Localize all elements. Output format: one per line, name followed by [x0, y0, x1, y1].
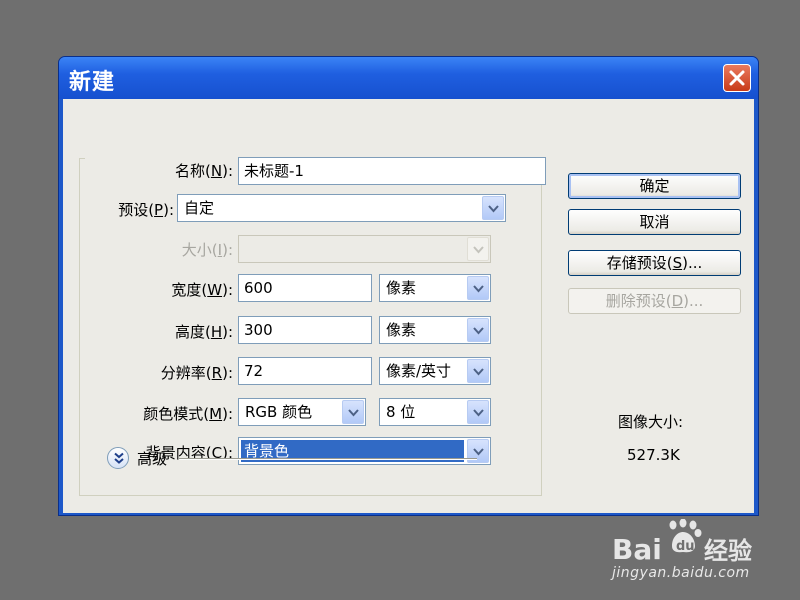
dialog-client-area: 名称(N): 未标题-1 预设(P): 自定 大小(I): 宽度(W): 600…: [63, 99, 754, 513]
delete-preset-button: 删除预设(D)...: [568, 288, 741, 314]
bit-depth-dropdown[interactable]: 8 位: [379, 398, 491, 426]
dialog-title: 新建: [69, 70, 116, 95]
watermark-url: jingyan.baidu.com: [612, 565, 750, 581]
size-label: 大小(I):: [181, 241, 233, 259]
title-bar[interactable]: 新建: [59, 57, 758, 99]
background-label: 背景内容(C):: [145, 444, 233, 462]
new-document-dialog: 新建 名称(N): 未标题-1 预设(P): 自定 大小(I): 宽度(W): …: [58, 56, 759, 516]
height-label: 高度(H):: [174, 323, 233, 341]
advanced-label[interactable]: 高级: [137, 448, 167, 470]
image-size-label: 图像大小:: [618, 413, 684, 431]
color-mode-dropdown[interactable]: RGB 颜色: [238, 398, 366, 426]
advanced-toggle[interactable]: [107, 447, 129, 469]
double-chevron-down-icon: [114, 452, 124, 464]
height-input[interactable]: 300: [238, 316, 372, 344]
svg-text:经验: 经验: [704, 537, 752, 565]
chevron-down-icon[interactable]: [467, 276, 489, 300]
preset-value: 自定: [184, 199, 215, 217]
size-dropdown: [238, 235, 491, 263]
name-input[interactable]: 未标题-1: [238, 157, 546, 185]
close-icon: [729, 70, 745, 86]
color-mode-label: 颜色模式(M):: [143, 405, 233, 423]
advanced-divider: [179, 458, 477, 460]
cancel-button[interactable]: 取消: [568, 209, 741, 235]
chevron-down-icon[interactable]: [342, 400, 364, 424]
name-label: 名称(N):: [175, 162, 233, 180]
svg-text:du: du: [676, 539, 695, 554]
svg-text:Bai: Bai: [612, 533, 662, 566]
background-dropdown[interactable]: 背景色: [238, 437, 491, 465]
resolution-label: 分辨率(R):: [160, 364, 233, 382]
height-unit-dropdown[interactable]: 像素: [379, 316, 491, 344]
chevron-down-icon[interactable]: [467, 318, 489, 342]
baidu-jingyan-logo: Bai du 经验: [612, 518, 762, 569]
chevron-down-icon: [467, 237, 489, 261]
chevron-down-icon[interactable]: [467, 359, 489, 383]
resolution-input[interactable]: 72: [238, 357, 372, 385]
ok-button[interactable]: 确定: [568, 173, 741, 199]
width-unit-dropdown[interactable]: 像素: [379, 274, 491, 302]
preset-dropdown[interactable]: 自定: [177, 194, 506, 222]
preset-label: 预设(P):: [118, 201, 174, 219]
resolution-unit-dropdown[interactable]: 像素/英寸: [379, 357, 491, 385]
save-preset-button[interactable]: 存储预设(S)...: [568, 250, 741, 276]
chevron-down-icon[interactable]: [482, 196, 504, 220]
close-button[interactable]: [723, 64, 751, 92]
image-size-value: 527.3K: [627, 446, 680, 464]
width-input[interactable]: 600: [238, 274, 372, 302]
chevron-down-icon[interactable]: [467, 400, 489, 424]
width-label: 宽度(W):: [171, 281, 233, 299]
